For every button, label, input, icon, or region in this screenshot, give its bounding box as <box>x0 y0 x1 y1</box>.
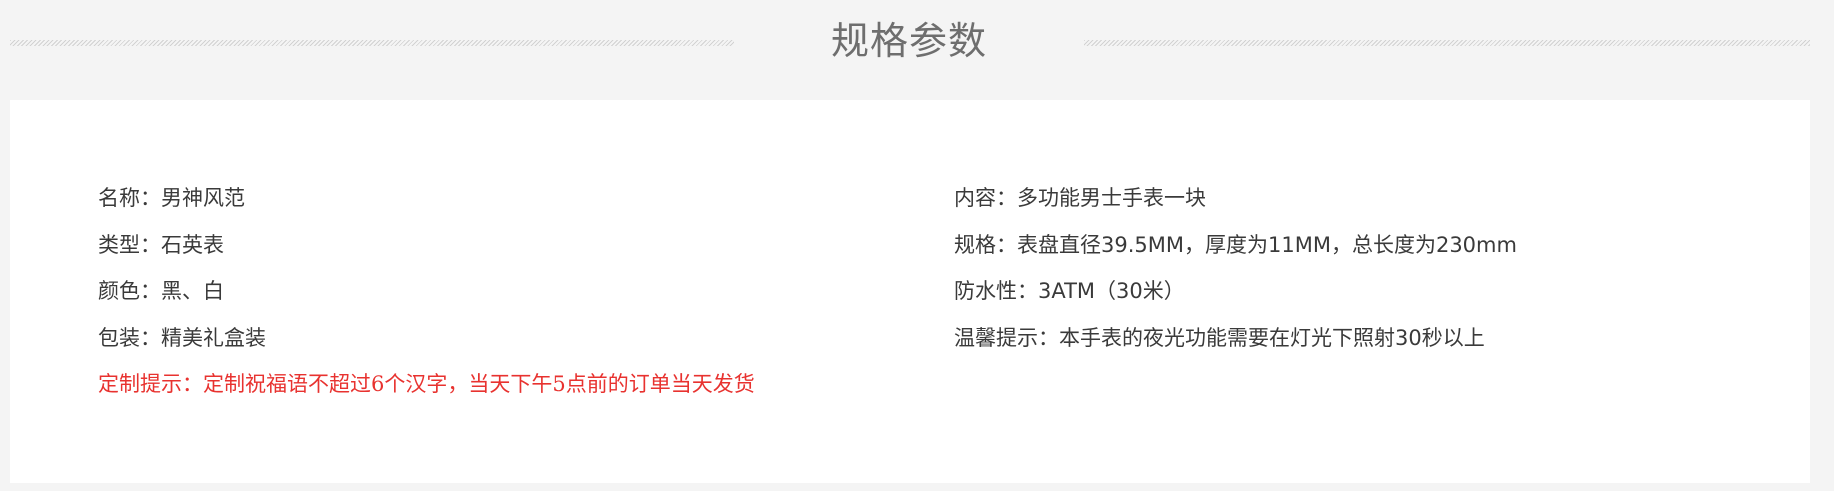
spec-column-left: 名称：男神风范 类型：石英表 颜色：黑、白 包装：精美礼盒装 定制提示：定制祝福… <box>98 178 755 411</box>
spec-water-resistance: 防水性：3ATM（30米） <box>954 279 1185 303</box>
spec-dimensions: 规格：表盘直径39.5MM，厚度为11MM，总长度为230mm <box>954 232 1517 257</box>
spec-contents: 内容：多功能男士手表一块 <box>954 186 1206 210</box>
section-header: 规格参数 <box>0 0 1834 100</box>
spec-name: 名称：男神风范 <box>98 186 245 210</box>
spec-panel: 名称：男神风范 类型：石英表 颜色：黑、白 包装：精美礼盒装 定制提示：定制祝福… <box>10 100 1810 483</box>
header-divider-right <box>1084 40 1810 46</box>
spec-tip: 温馨提示：本手表的夜光功能需要在灯光下照射30秒以上 <box>954 325 1485 350</box>
spec-type: 类型：石英表 <box>98 232 224 257</box>
customization-notice: 定制提示：定制祝福语不超过6个汉字，当天下午5点前的订单当天发货 <box>98 372 755 396</box>
spec-color: 颜色：黑、白 <box>98 279 224 303</box>
spec-packaging: 包装：精美礼盒装 <box>98 325 266 350</box>
spec-column-right: 内容：多功能男士手表一块 规格：表盘直径39.5MM，厚度为11MM，总长度为2… <box>954 178 1517 364</box>
